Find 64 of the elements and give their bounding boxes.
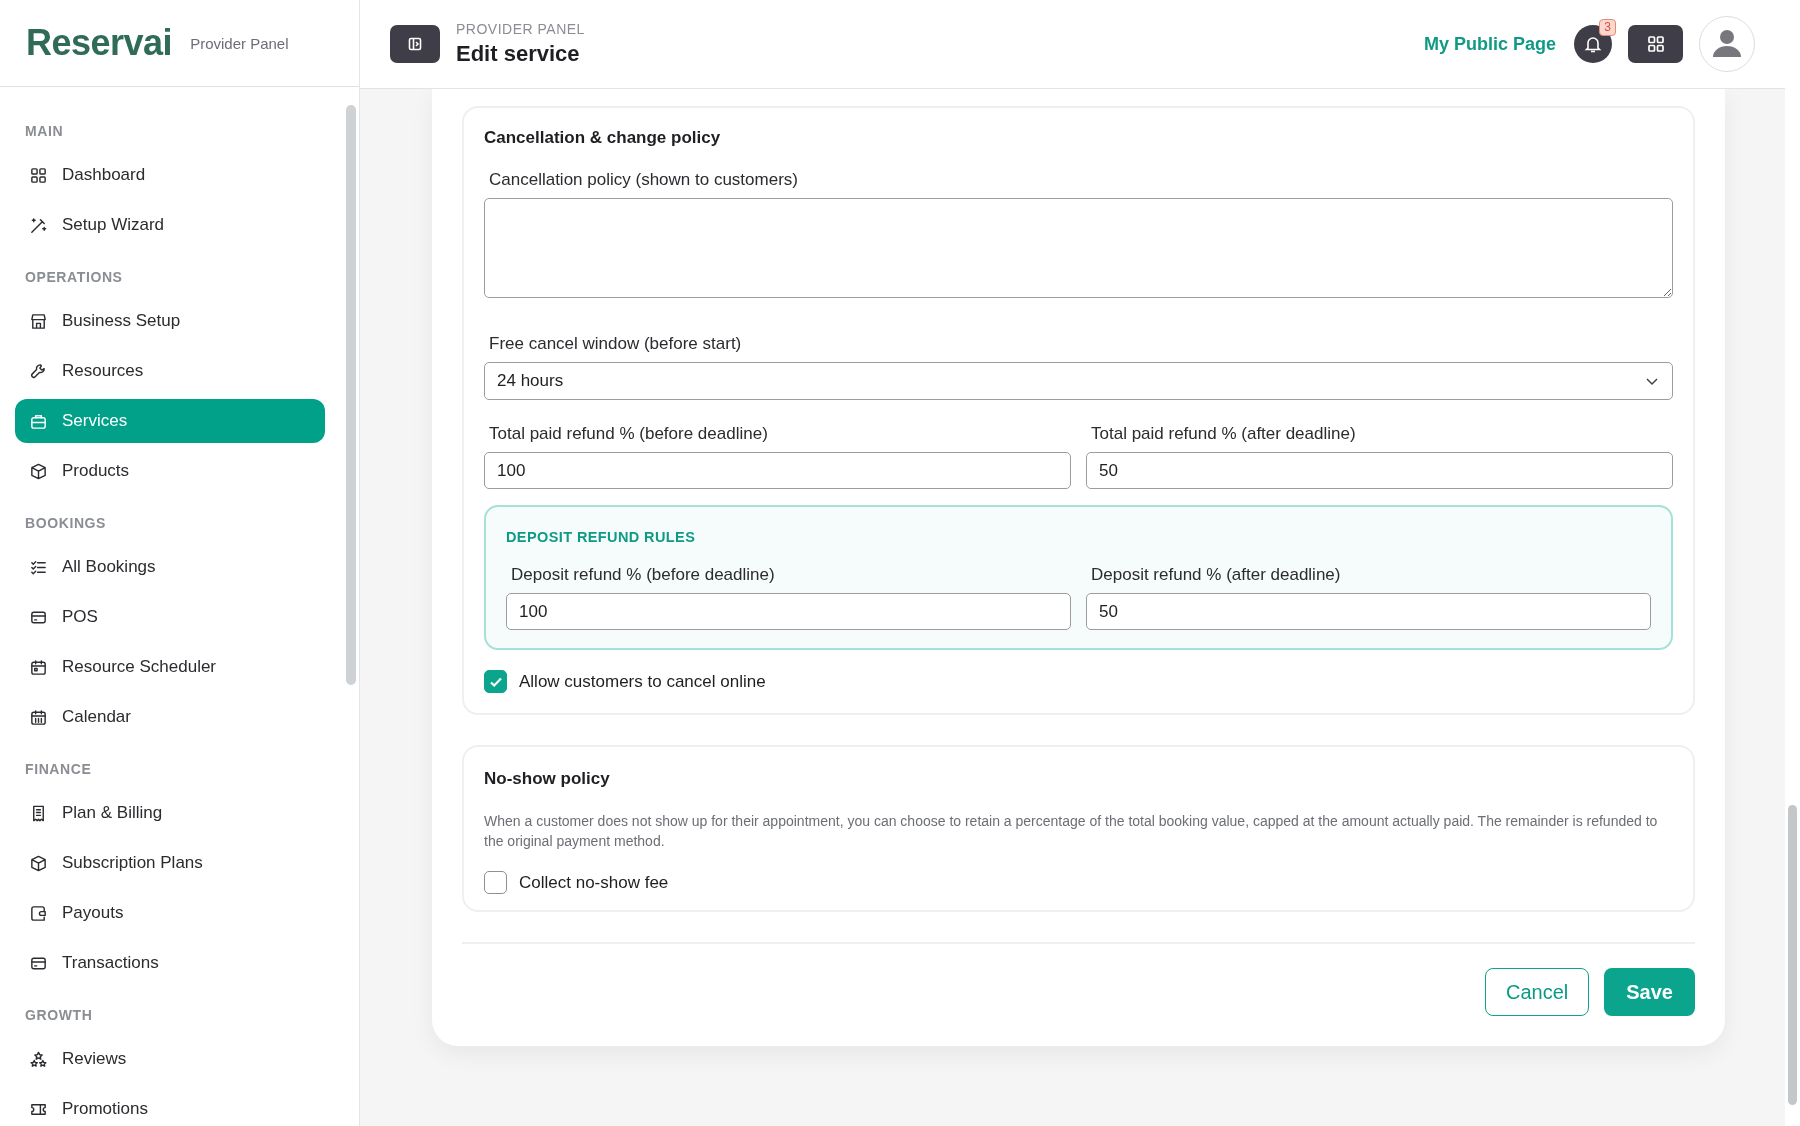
sidebar-item[interactable]: Resources [15,349,325,393]
checkbox-label: Allow customers to cancel online [519,671,766,692]
breadcrumb-label: PROVIDER PANEL [456,21,585,37]
section-title: Cancellation & change policy [484,128,722,148]
sidebar-item[interactable]: Subscription Plans [15,841,325,885]
cancel-button[interactable]: Cancel [1485,968,1590,1016]
sidebar-item[interactable]: Products [15,449,325,493]
field-label: Free cancel window (before start) [489,334,743,354]
section-label: OPERATIONS [24,268,124,287]
stars-icon [29,1049,48,1069]
sidebar-item[interactable]: Setup Wizard [15,203,325,247]
panel-icon [407,36,423,52]
section-label: MAIN [24,122,65,141]
brand-logo: Reservai [26,22,173,64]
sidebar-item[interactable]: Plan & Billing [15,791,325,835]
input-field[interactable]: 50 [1086,593,1651,630]
sidebar-item[interactable]: Resource Scheduler [15,645,325,689]
apps-button[interactable] [1628,25,1683,63]
calendar-icon [29,657,48,677]
description-text: When a customer does not show up for their appointment, you can choose to retain a percentage of the total booking value, capped at the amount actually paid. The remainder is refunded to the original payment method. [484,812,1659,851]
wand-icon [29,215,48,235]
checkbox-label: Collect no-show fee [519,872,669,893]
wallet-icon [29,903,48,923]
grid-icon [29,165,48,185]
field-label: Total paid refund % (after deadline) [1091,424,1357,444]
wrench-icon [29,361,48,381]
sidebar-item[interactable]: Calendar [15,695,325,739]
avatar-button[interactable] [1699,16,1755,72]
sidebar-item[interactable]: Payouts [15,891,325,935]
sidebar-item[interactable]: Reviews [15,1037,325,1081]
page-title: Edit service [456,41,581,67]
public-page-link[interactable]: My Public Page [1423,33,1556,55]
field-label: Deposit refund % (before deadline) [511,565,776,585]
scrollbar[interactable] [1785,0,1800,1126]
checkbox[interactable] [484,871,507,894]
section-label: BOOKINGS [24,514,108,533]
sidebar-item[interactable]: Business Setup [15,299,325,343]
sidebar-item[interactable]: Dashboard [15,153,325,197]
brand-subtitle: Provider Panel [190,34,289,52]
sidebar-item[interactable]: Transactions [15,941,325,985]
calendar-icon [29,707,48,727]
input-field[interactable]: 100 [506,593,1071,630]
field-label: Deposit refund % (after deadline) [1091,565,1342,585]
section-label: FINANCE [24,760,93,779]
checkbox[interactable] [484,670,507,693]
sidebar-toggle-button[interactable] [390,25,440,63]
cube-icon [29,461,48,481]
deposit-title: DEPOSIT REFUND RULES [506,529,697,545]
input-field[interactable]: 100 [484,452,1071,489]
cancel-window-select[interactable]: 24 hours [484,362,1673,400]
policy-textarea[interactable] [484,198,1673,298]
section-title: No-show policy [484,769,611,789]
field-label: Cancellation policy (shown to customers) [489,170,799,190]
grid-icon [1645,34,1666,54]
field-label: Total paid refund % (before deadline) [489,424,769,444]
sidebar-item[interactable]: POS [15,595,325,639]
sidebar-item[interactable]: Promotions [15,1087,325,1126]
input-field[interactable]: 50 [1086,452,1673,489]
notification-badge: 3 [1599,19,1616,36]
storefront-icon [29,311,48,331]
section-label: GROWTH [24,1006,94,1025]
bell-icon [1583,34,1603,54]
cube-icon [29,853,48,873]
sidebar-item[interactable]: All Bookings [15,545,325,589]
